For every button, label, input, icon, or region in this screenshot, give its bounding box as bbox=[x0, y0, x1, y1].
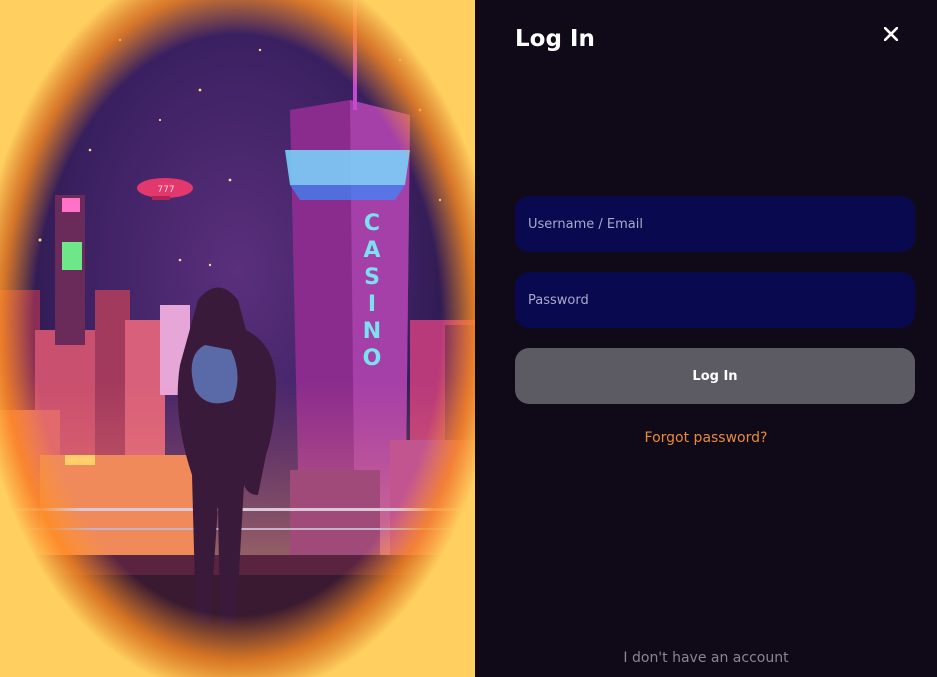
casino-sign-letter: N bbox=[363, 319, 381, 344]
no-account-link[interactable]: I don't have an account bbox=[475, 650, 937, 666]
close-button[interactable] bbox=[879, 22, 903, 46]
casino-sign-letter: I bbox=[368, 292, 376, 317]
forgot-password-link[interactable]: Forgot password? bbox=[475, 430, 937, 446]
login-panel: Log In Log In Forgot password? I don't h… bbox=[475, 0, 937, 677]
username-email-input[interactable] bbox=[515, 196, 915, 252]
casino-sign-letter: C bbox=[364, 211, 380, 236]
casino-city-illustration: CASINO 777 bbox=[0, 0, 475, 677]
close-icon bbox=[884, 27, 898, 41]
password-input[interactable] bbox=[515, 272, 915, 328]
modal-title: Log In bbox=[515, 26, 595, 52]
hero-illustration: C A S I N O 777 bbox=[0, 0, 475, 677]
login-button[interactable]: Log In bbox=[515, 348, 915, 404]
casino-sign-letter: S bbox=[364, 265, 380, 290]
casino-sign-letter: O bbox=[363, 346, 382, 371]
casino-sign-letter: A bbox=[363, 238, 380, 263]
blimp-label: 777 bbox=[157, 185, 174, 195]
